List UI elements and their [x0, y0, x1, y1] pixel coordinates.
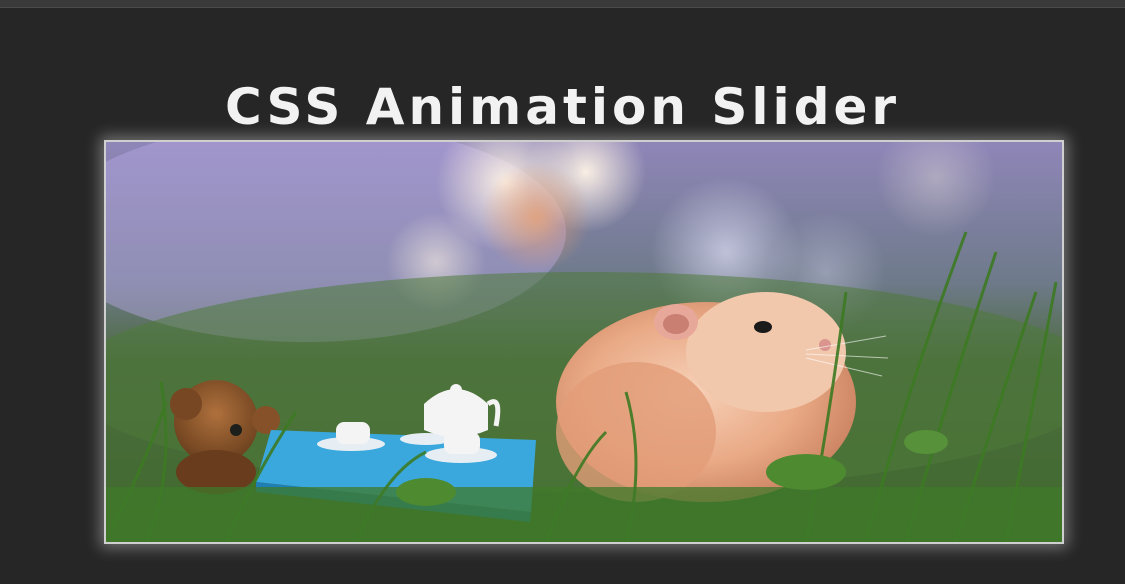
browser-top-bar — [0, 0, 1125, 8]
slide-image — [106, 142, 1062, 542]
page-title: CSS Animation Slider — [224, 77, 901, 136]
animation-slider[interactable] — [104, 140, 1064, 544]
